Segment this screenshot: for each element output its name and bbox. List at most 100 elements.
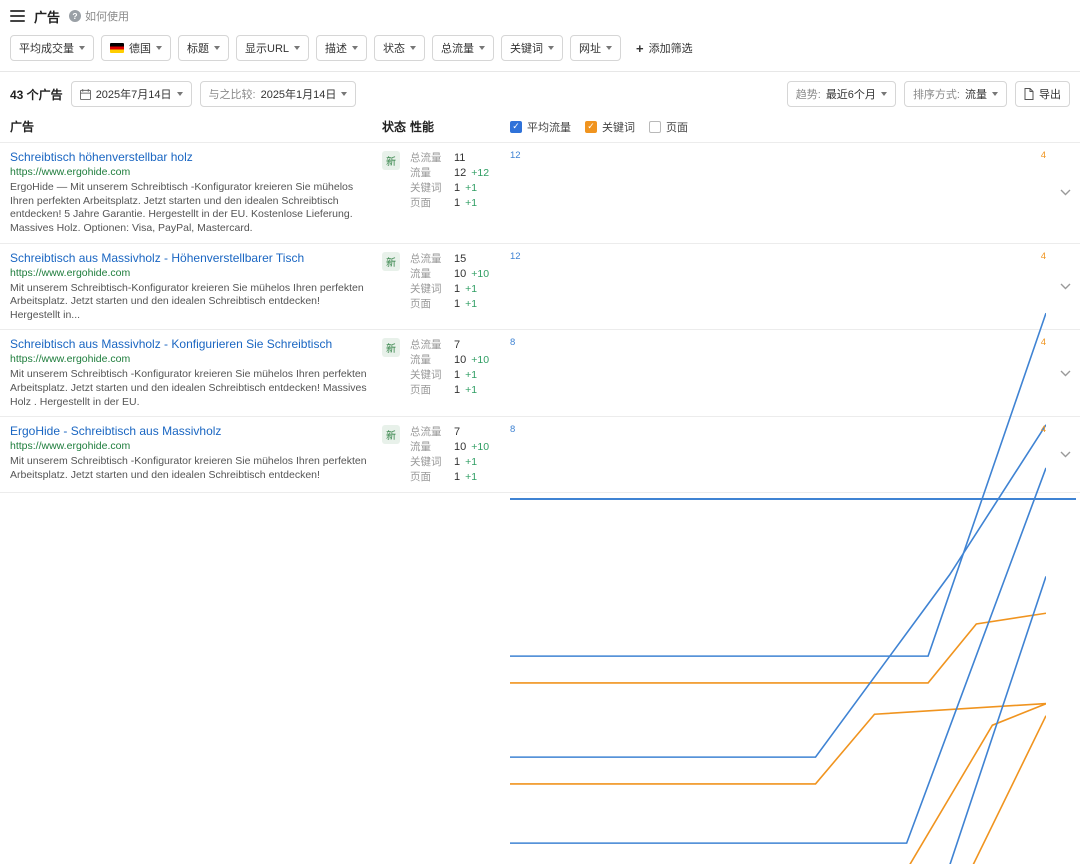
checkbox-icon: ✓ (585, 121, 597, 133)
filter-status[interactable]: 状态 (374, 35, 425, 61)
chart-end-label: 4 (1041, 424, 1046, 435)
ad-row: Schreibtisch aus Massivholz - Konfigurie… (0, 330, 1080, 417)
metric-delta: +1 (465, 455, 477, 470)
metric-value: 12 (454, 166, 466, 181)
filter-display-url[interactable]: 显示URL (236, 35, 309, 61)
metric-value: 7 (454, 425, 460, 440)
status-cell: 新 (382, 150, 410, 236)
filter-keywords[interactable]: 关键词 (501, 35, 563, 61)
expand-row-button[interactable] (1050, 150, 1080, 236)
ad-cell: Schreibtisch höhenverstellbar holz https… (10, 150, 382, 236)
chart-max-label: 8 (510, 424, 515, 435)
metric-line: 总流量 7 (410, 338, 510, 353)
status-cell: 新 (382, 251, 410, 323)
filter-country[interactable]: 德国 (101, 35, 171, 61)
filter-label: 网址 (579, 40, 601, 56)
metric-label: 流量 (410, 440, 454, 455)
status-badge: 新 (382, 151, 400, 170)
ad-cell: Schreibtisch aus Massivholz - Konfigurie… (10, 337, 382, 409)
metric-delta: +1 (465, 470, 477, 485)
next-row-preview (0, 493, 1080, 505)
performance-cell: 总流量 15 流量 10 +10 关键词 1 +1 页面 1 +1 (410, 251, 510, 323)
status-cell: 新 (382, 424, 410, 485)
filter-url[interactable]: 网址 (570, 35, 621, 61)
chevron-down-icon (606, 46, 612, 50)
toggle-keywords[interactable]: ✓ 关键词 (585, 119, 635, 135)
ad-url-link[interactable]: https://www.ergohide.com (10, 353, 382, 365)
filter-title[interactable]: 标题 (178, 35, 229, 61)
metric-value: 1 (454, 470, 460, 485)
trend-range-button[interactable]: 趋势: 最近6个月 (787, 81, 896, 107)
metric-value: 1 (454, 196, 460, 211)
ad-title-link[interactable]: Schreibtisch höhenverstellbar holz (10, 150, 382, 164)
chart-max-label: 12 (510, 150, 521, 161)
ad-row: ErgoHide - Schreibtisch aus Massivholz h… (0, 417, 1080, 493)
metric-line: 流量 10 +10 (410, 267, 510, 282)
toggle-pages[interactable]: ✓ 页面 (649, 119, 688, 135)
ad-title-link[interactable]: ErgoHide - Schreibtisch aus Massivholz (10, 424, 382, 438)
chevron-down-icon (1060, 370, 1071, 377)
ad-row: Schreibtisch aus Massivholz - Höhenverst… (0, 244, 1080, 331)
germany-flag-icon (110, 43, 124, 53)
metric-line: 关键词 1 +1 (410, 368, 510, 383)
filter-label: 标题 (187, 40, 209, 56)
date-picker-button[interactable]: 2025年7月14日 (71, 81, 192, 107)
metric-delta: +10 (471, 267, 489, 282)
expand-row-button[interactable] (1050, 337, 1080, 409)
export-label: 导出 (1039, 86, 1061, 102)
filter-description[interactable]: 描述 (316, 35, 367, 61)
metric-delta: +1 (465, 181, 477, 196)
compare-date-button[interactable]: 与之比较: 2025年1月14日 (200, 81, 357, 107)
metric-line: 总流量 15 (410, 252, 510, 267)
ad-url-link[interactable]: https://www.ergohide.com (10, 267, 382, 279)
add-filter-button[interactable]: + 添加筛选 (628, 36, 701, 60)
chevron-down-icon (1060, 283, 1071, 290)
plus-icon: + (636, 42, 644, 55)
metric-label: 总流量 (410, 338, 454, 353)
metric-value: 1 (454, 383, 460, 398)
performance-cell: 总流量 7 流量 10 +10 关键词 1 +1 页面 1 +1 (410, 337, 510, 409)
export-file-icon (1024, 88, 1034, 100)
chart-end-label: 4 (1041, 251, 1046, 262)
expand-row-button[interactable] (1050, 251, 1080, 323)
page-title: 广告 (34, 7, 60, 26)
metric-label: 总流量 (410, 425, 454, 440)
metric-label: 页面 (410, 297, 454, 312)
help-link[interactable]: ? 如何使用 (69, 8, 129, 24)
metric-value: 1 (454, 282, 460, 297)
performance-cell: 总流量 11 流量 12 +12 关键词 1 +1 页面 1 +1 (410, 150, 510, 236)
ad-title-link[interactable]: Schreibtisch aus Massivholz - Höhenverst… (10, 251, 382, 265)
metric-label: 关键词 (410, 368, 454, 383)
metric-value: 1 (454, 181, 460, 196)
metric-value: 10 (454, 267, 466, 282)
chevron-down-icon (214, 46, 220, 50)
ad-title-link[interactable]: Schreibtisch aus Massivholz - Konfigurie… (10, 337, 382, 351)
chevron-down-icon (1060, 451, 1071, 458)
status-badge: 新 (382, 252, 400, 271)
series-toggles: ✓ 平均流量 ✓ 关键词 ✓ 页面 (510, 119, 1050, 135)
menu-icon[interactable] (10, 10, 25, 22)
metric-value: 1 (454, 297, 460, 312)
chevron-down-icon (341, 92, 347, 96)
checkbox-icon: ✓ (510, 121, 522, 133)
chart-max-label: 12 (510, 251, 521, 262)
toggle-avg-traffic[interactable]: ✓ 平均流量 (510, 119, 571, 135)
status-badge: 新 (382, 425, 400, 444)
trend-chart-cell: 12 4 (510, 251, 1050, 323)
ad-description: ErgoHide — Mit unserem Schreibtisch -Kon… (10, 181, 382, 236)
expand-row-button[interactable] (1050, 424, 1080, 485)
metric-label: 总流量 (410, 151, 454, 166)
sort-button[interactable]: 排序方式: 流量 (904, 81, 1007, 107)
metric-label: 关键词 (410, 455, 454, 470)
chevron-down-icon (410, 46, 416, 50)
chevron-down-icon (992, 92, 998, 96)
filter-total-traffic[interactable]: 总流量 (432, 35, 494, 61)
export-button[interactable]: 导出 (1015, 81, 1070, 107)
filter-avg-volume[interactable]: 平均成交量 (10, 35, 94, 61)
top-bar: 广告 ? 如何使用 (0, 0, 1080, 28)
ad-url-link[interactable]: https://www.ergohide.com (10, 440, 382, 452)
metric-line: 流量 10 +10 (410, 353, 510, 368)
ad-url-link[interactable]: https://www.ergohide.com (10, 166, 382, 178)
chart-max-label: 8 (510, 337, 515, 348)
metric-label: 关键词 (410, 181, 454, 196)
